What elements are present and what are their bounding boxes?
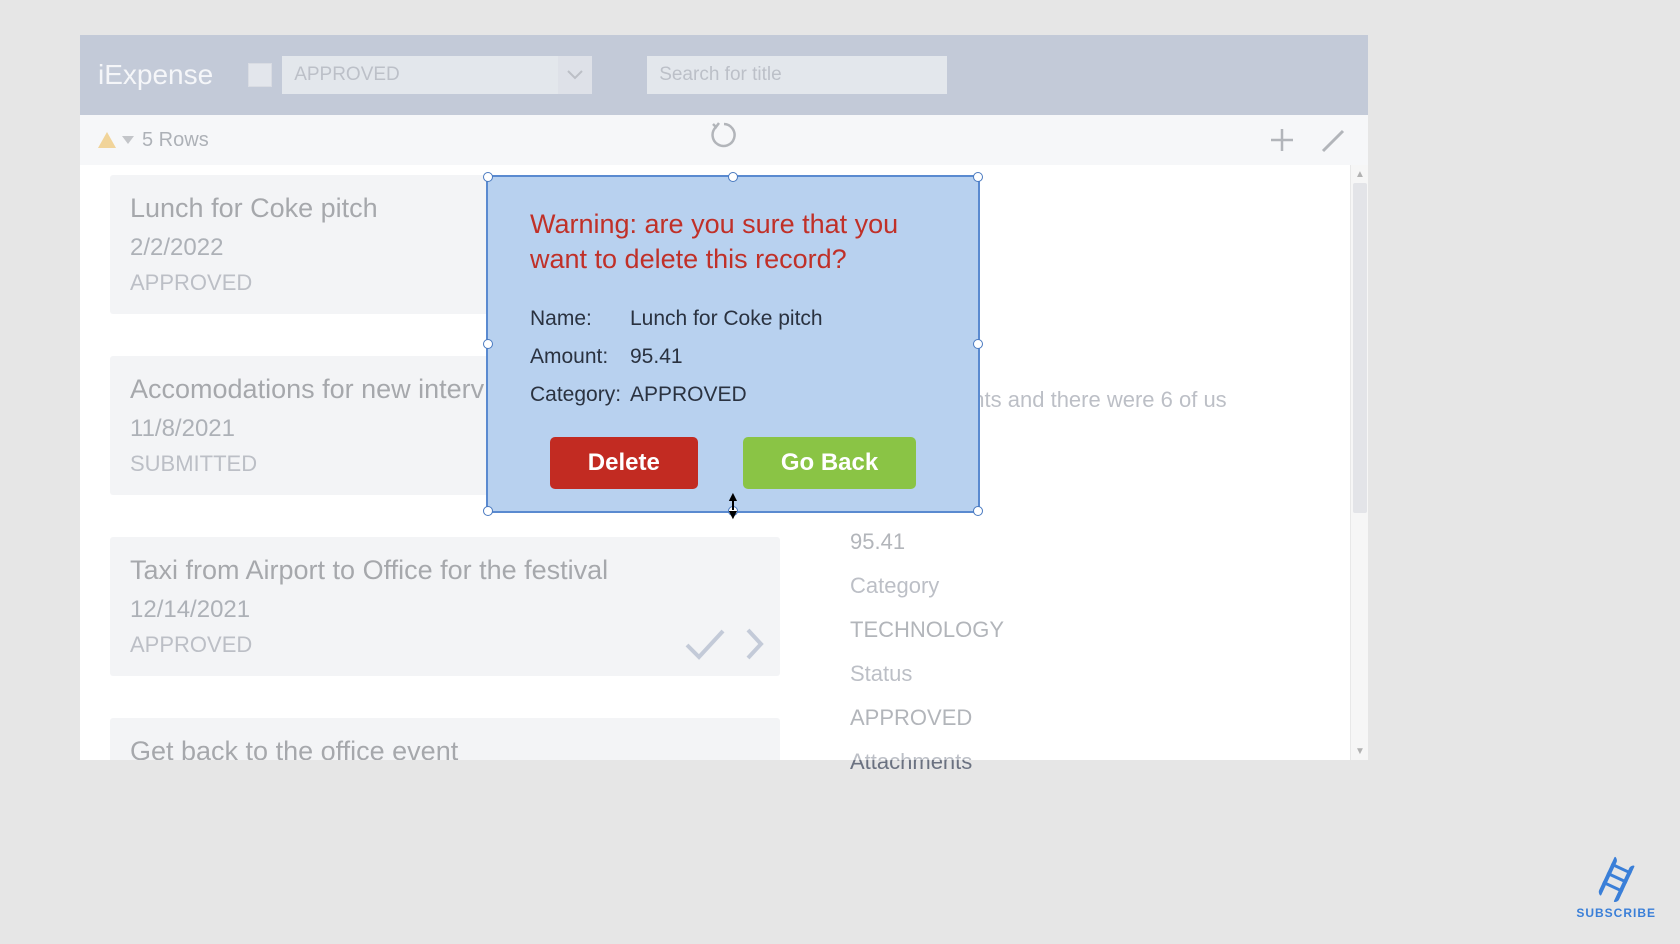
dna-icon xyxy=(1592,855,1640,906)
dialog-amount-label: Amount: xyxy=(530,345,630,369)
resize-handle[interactable] xyxy=(728,172,738,182)
subscribe-label: SUBSCRIBE xyxy=(1576,906,1656,920)
resize-handle[interactable] xyxy=(483,172,493,182)
delete-warning-dialog: Warning: are you sure that you want to d… xyxy=(486,175,980,513)
subscribe-badge[interactable]: SUBSCRIBE xyxy=(1576,860,1656,920)
dialog-name-value: Lunch for Coke pitch xyxy=(630,307,823,331)
delete-button[interactable]: Delete xyxy=(550,437,698,489)
resize-handle[interactable] xyxy=(973,172,983,182)
go-back-button[interactable]: Go Back xyxy=(743,437,916,489)
dialog-name-label: Name: xyxy=(530,307,630,331)
resize-handle[interactable] xyxy=(483,506,493,516)
dialog-category-label: Category: xyxy=(530,383,630,407)
resize-handle[interactable] xyxy=(973,339,983,349)
dialog-category-value: APPROVED xyxy=(630,383,747,407)
resize-handle[interactable] xyxy=(483,339,493,349)
dialog-warning-text: Warning: are you sure that you want to d… xyxy=(530,207,936,277)
resize-handle[interactable] xyxy=(728,506,738,516)
dialog-amount-value: 95.41 xyxy=(630,345,683,369)
resize-handle[interactable] xyxy=(973,506,983,516)
